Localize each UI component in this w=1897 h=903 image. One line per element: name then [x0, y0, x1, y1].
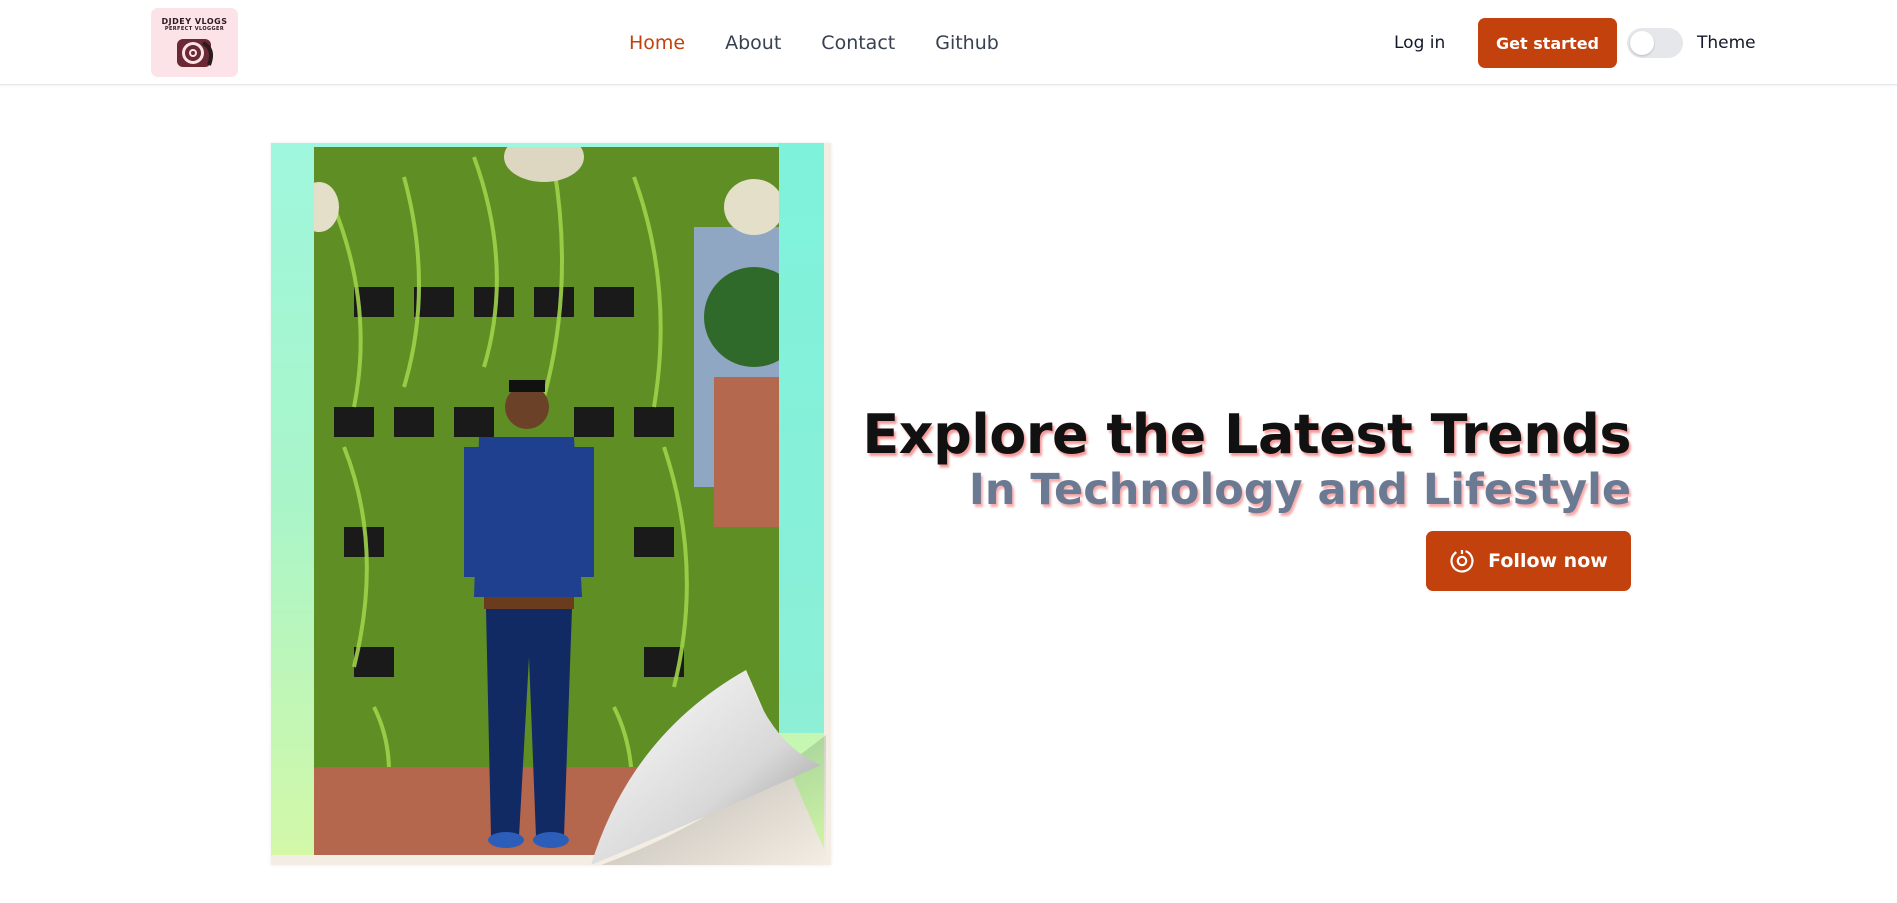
- page-curl-decoration: [591, 670, 831, 865]
- theme-toggle-knob: [1630, 31, 1654, 55]
- nav-about[interactable]: About: [725, 28, 781, 58]
- logo-subtitle: PERFECT VLOGGER: [164, 26, 225, 32]
- theme-label: Theme: [1697, 33, 1756, 53]
- nav-home[interactable]: Home: [629, 28, 685, 58]
- get-started-button[interactable]: Get started: [1478, 18, 1617, 68]
- logo-title: DJDEY VLOGS: [161, 17, 228, 26]
- target-icon: [1450, 549, 1474, 573]
- hero-subtitle: In Technology and Lifestyle: [968, 465, 1631, 515]
- hero-title: Explore the Latest Trends: [862, 403, 1631, 466]
- login-link[interactable]: Log in: [1394, 28, 1445, 58]
- theme-toggle[interactable]: [1627, 28, 1683, 58]
- photo-backdrop-band: [778, 143, 824, 733]
- site-logo[interactable]: DJDEY VLOGS PERFECT VLOGGER: [151, 8, 238, 77]
- main-nav: Home About Contact Github: [629, 28, 999, 58]
- follow-now-button[interactable]: Follow now: [1426, 531, 1631, 591]
- follow-now-label: Follow now: [1488, 550, 1608, 572]
- nav-github[interactable]: Github: [935, 28, 999, 58]
- camera-logo-icon: [176, 39, 213, 67]
- nav-contact[interactable]: Contact: [821, 28, 895, 58]
- site-header: DJDEY VLOGS PERFECT VLOGGER Home About C…: [0, 0, 1897, 85]
- hero-photo-frame: [271, 143, 831, 865]
